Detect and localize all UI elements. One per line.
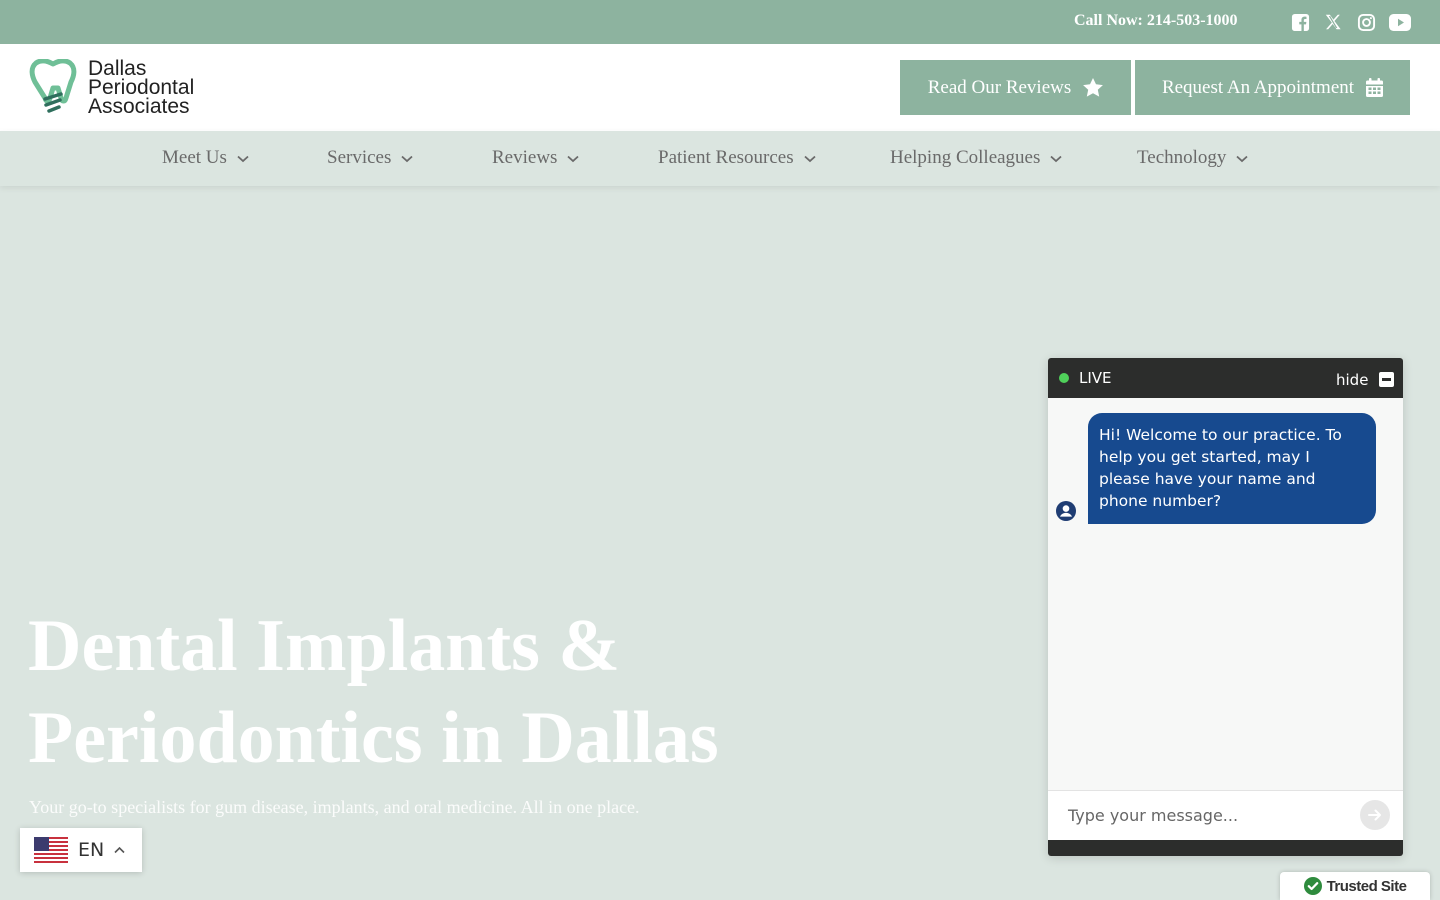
request-appointment-label: Request An Appointment — [1161, 76, 1355, 98]
nav-item-reviews[interactable]: Reviews — [492, 147, 580, 169]
youtube-icon[interactable] — [1389, 11, 1411, 33]
chevron-down-icon — [401, 155, 413, 163]
chevron-up-icon — [114, 846, 125, 854]
nav-item-patient-resources[interactable]: Patient Resources — [658, 147, 816, 169]
nav-item-label: Technology — [1137, 147, 1227, 168]
nav-item-label: Helping Colleagues — [890, 147, 1041, 168]
hero-title-line-2: Periodontics in Dallas — [28, 697, 719, 779]
nav-item-label: Reviews — [492, 147, 558, 168]
request-appointment-button[interactable]: Request An Appointment — [1135, 60, 1410, 115]
live-status-dot — [1059, 373, 1069, 383]
read-reviews-label: Read Our Reviews — [927, 76, 1072, 98]
logo[interactable]: Dallas Periodontal Associates — [28, 58, 218, 119]
live-chat-widget: LIVE hide Hi! Welcome to our practice. T… — [1048, 358, 1403, 856]
minimize-icon[interactable] — [1379, 372, 1394, 387]
agent-avatar-icon — [1056, 501, 1076, 521]
chevron-down-icon — [237, 155, 249, 163]
main-nav: Meet Us Services Reviews Patient Resourc… — [0, 131, 1440, 186]
language-code: EN — [78, 839, 105, 861]
chevron-down-icon — [1236, 155, 1249, 163]
facebook-icon[interactable] — [1289, 11, 1311, 33]
nav-item-helping-colleagues[interactable]: Helping Colleagues — [890, 147, 1062, 169]
hero-title: Dental Implants & Periodontics in Dallas — [28, 600, 828, 784]
chat-message-bubble: Hi! Welcome to our practice. To help you… — [1088, 413, 1376, 524]
us-flag-icon — [34, 837, 68, 863]
instagram-icon[interactable] — [1355, 11, 1377, 33]
chevron-down-icon — [804, 155, 816, 163]
star-icon — [1083, 78, 1104, 97]
nav-item-label: Meet Us — [162, 147, 227, 168]
hero-title-line-1: Dental Implants & — [28, 605, 621, 687]
arrow-right-icon — [1368, 809, 1381, 821]
read-reviews-button[interactable]: Read Our Reviews — [900, 60, 1131, 115]
nav-item-label: Patient Resources — [658, 147, 794, 168]
chat-footer — [1048, 840, 1403, 856]
chat-status-label: LIVE — [1079, 369, 1112, 387]
nav-item-technology[interactable]: Technology — [1137, 147, 1249, 169]
trusted-site-badge[interactable]: Trusted Site — [1280, 872, 1430, 900]
chat-message-input[interactable]: Type your message... — [1068, 806, 1238, 825]
top-bar: Call Now: 214-503-1000 — [0, 0, 1440, 44]
calendar-icon — [1366, 78, 1384, 97]
trusted-site-label: Trusted Site — [1326, 877, 1407, 895]
call-now-link[interactable]: Call Now: 214-503-1000 — [1074, 12, 1238, 30]
site-header: Dallas Periodontal Associates Read Our R… — [0, 44, 1440, 131]
check-circle-icon — [1303, 877, 1322, 895]
logo-line-3: Associates — [88, 95, 190, 118]
tooth-logo-icon — [29, 59, 77, 113]
nav-item-label: Services — [327, 147, 392, 168]
language-switcher[interactable]: EN — [20, 828, 142, 872]
chevron-down-icon — [1050, 155, 1062, 163]
send-button[interactable] — [1360, 800, 1390, 830]
chevron-down-icon — [567, 155, 580, 163]
chat-hide-link[interactable]: hide — [1336, 371, 1368, 389]
x-icon[interactable] — [1322, 11, 1344, 33]
nav-item-meet-us[interactable]: Meet Us — [162, 147, 249, 169]
logo-wordmark: Dallas Periodontal Associates — [88, 58, 194, 118]
chat-header: LIVE hide — [1048, 358, 1403, 398]
nav-item-services[interactable]: Services — [327, 147, 413, 169]
hero-subtitle: Your go-to specialists for gum disease, … — [29, 797, 640, 817]
chat-input-bar: Type your message... — [1048, 790, 1403, 840]
